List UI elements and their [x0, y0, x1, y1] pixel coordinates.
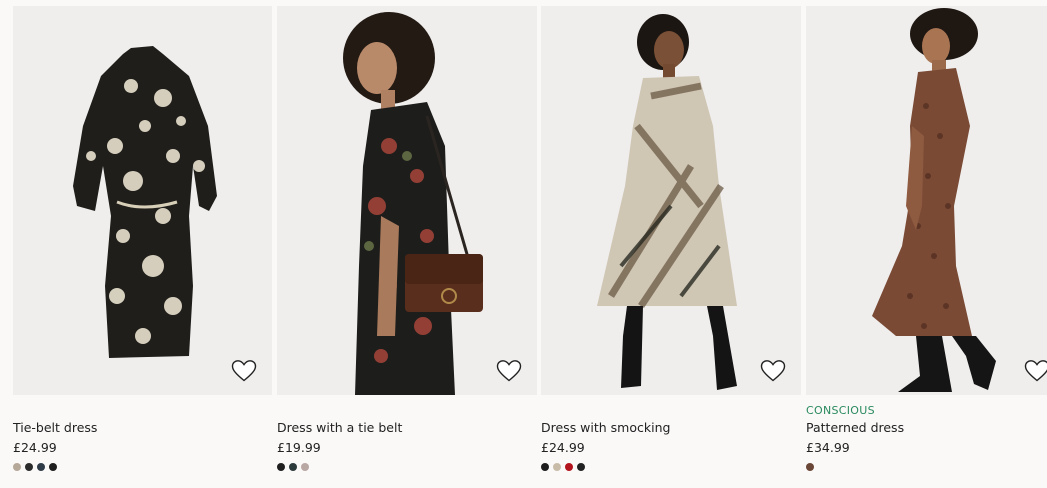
- color-swatches: [277, 463, 309, 471]
- color-swatch[interactable]: [577, 463, 585, 471]
- product-price: £19.99: [277, 440, 321, 455]
- model-photo-illustration: [597, 14, 737, 390]
- color-swatches: [806, 463, 814, 471]
- favourite-button[interactable]: [757, 355, 789, 387]
- heart-outline-icon: [760, 360, 786, 382]
- product-card[interactable]: Tie-belt dress £24.99: [13, 0, 272, 488]
- color-swatch[interactable]: [806, 463, 814, 471]
- product-name[interactable]: Dress with a tie belt: [277, 420, 402, 435]
- color-swatch[interactable]: [553, 463, 561, 471]
- conscious-label: CONSCIOUS: [806, 404, 875, 417]
- product-name[interactable]: Patterned dress: [806, 420, 904, 435]
- color-swatch[interactable]: [13, 463, 21, 471]
- product-price: £34.99: [806, 440, 850, 455]
- product-image[interactable]: [806, 6, 1047, 395]
- color-swatch[interactable]: [541, 463, 549, 471]
- heart-outline-icon: [1024, 360, 1047, 382]
- color-swatch[interactable]: [49, 463, 57, 471]
- product-image[interactable]: [541, 6, 801, 395]
- color-swatch[interactable]: [25, 463, 33, 471]
- favourite-button[interactable]: [493, 355, 525, 387]
- favourite-button[interactable]: [1021, 355, 1047, 387]
- product-image[interactable]: [277, 6, 537, 395]
- favourite-button[interactable]: [228, 355, 260, 387]
- product-price: £24.99: [541, 440, 585, 455]
- color-swatches: [541, 463, 585, 471]
- dress-flatlay-illustration: [73, 46, 217, 358]
- product-card[interactable]: Dress with a tie belt £19.99: [277, 0, 537, 488]
- color-swatch[interactable]: [289, 463, 297, 471]
- color-swatch[interactable]: [565, 463, 573, 471]
- product-card[interactable]: CONSCIOUS Patterned dress £34.99: [806, 0, 1047, 488]
- color-swatch[interactable]: [301, 463, 309, 471]
- color-swatch[interactable]: [37, 463, 45, 471]
- product-image[interactable]: [13, 6, 272, 395]
- product-grid: Tie-belt dress £24.99 Dress with a tie b…: [0, 0, 1047, 488]
- model-photo-illustration: [872, 8, 996, 392]
- product-name[interactable]: Tie-belt dress: [13, 420, 97, 435]
- model-photo-illustration: [343, 12, 483, 395]
- heart-outline-icon: [231, 360, 257, 382]
- product-price: £24.99: [13, 440, 57, 455]
- product-card[interactable]: Dress with smocking £24.99: [541, 0, 801, 488]
- product-name[interactable]: Dress with smocking: [541, 420, 670, 435]
- color-swatch[interactable]: [277, 463, 285, 471]
- heart-outline-icon: [496, 360, 522, 382]
- color-swatches: [13, 463, 57, 471]
